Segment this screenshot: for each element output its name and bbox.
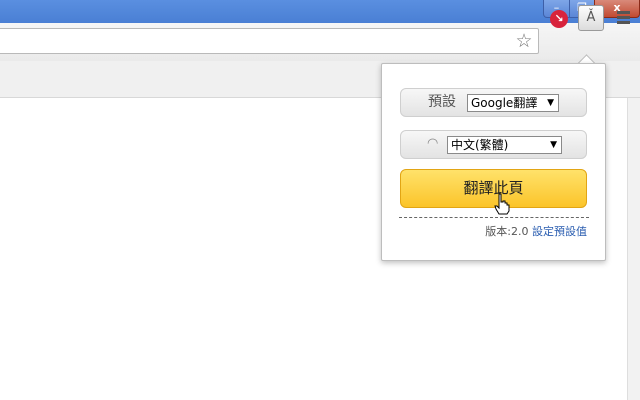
engine-select[interactable]: Google翻譯 ▼ [467, 94, 559, 112]
popup-footer: 版本:2.0 設定預設值 [485, 225, 587, 238]
window-titlebar: – ❐ x [0, 0, 640, 23]
engine-row: 預設 Google翻譯 ▼ [400, 88, 587, 117]
translate-ext-icon[interactable]: Ǎ [578, 5, 604, 31]
red-ext-icon[interactable]: ↘ [550, 10, 568, 28]
refresh-icon[interactable]: ◠ [427, 135, 438, 153]
chevron-down-icon: ▼ [547, 98, 554, 108]
language-select-value: 中文(繁體) [451, 138, 509, 152]
chrome-menu-icon[interactable] [613, 9, 633, 27]
chevron-down-icon: ▼ [550, 140, 557, 150]
version-label: 版本:2.0 [485, 225, 529, 238]
language-select[interactable]: 中文(繁體) ▼ [447, 136, 562, 154]
engine-select-value: Google翻譯 [471, 96, 538, 110]
menu-bar-line [616, 11, 630, 14]
menu-bar-line [616, 21, 630, 24]
star-icon[interactable]: ☆ [513, 31, 535, 51]
divider [399, 217, 589, 218]
page-scrollbar[interactable] [627, 98, 640, 400]
language-row: ◠ 中文(繁體) ▼ [400, 130, 587, 159]
engine-label: 預設 [428, 94, 456, 110]
hand-cursor-icon [494, 193, 510, 215]
translate-popup: 預設 Google翻譯 ▼ ◠ 中文(繁體) ▼ 翻譯此頁 版本:2.0 設定預… [381, 63, 606, 261]
menu-bar-line [616, 16, 630, 19]
address-bar[interactable]: ☆ [0, 28, 539, 54]
browser-toolbar: ☆ [0, 23, 640, 62]
settings-link[interactable]: 設定預設值 [532, 225, 587, 238]
